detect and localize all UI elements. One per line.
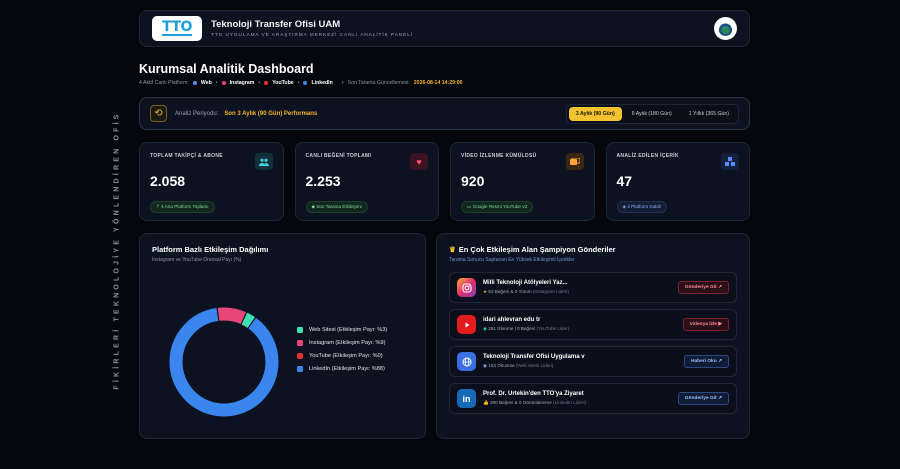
period-label: Analiz Periyodu: (175, 110, 219, 117)
kpi-chip: ◈ 4 Platform Kabili (616, 201, 667, 213)
distribution-title: Platform Bazlı Etkileşim Dağılımı (152, 245, 269, 254)
period-option-1y[interactable]: 1 Yıllık (365 Gün) (682, 107, 736, 121)
platform-meta: 4 Aktif Canlı Platform: Web • Instagram • … (139, 80, 463, 86)
champion-row-web: Teknoloji Transfer Ofisi Uygulama v ◉ 15… (449, 346, 737, 377)
last-scan-time: 2026-08-14 14:29:00 (413, 80, 463, 86)
champion-row-instagram: Milli Teknoloji Atölyeleri Yaz... ★ 62 B… (449, 272, 737, 303)
chart-legend: Web Sitesi (Etkileşim Payı: %3) Instagra… (297, 327, 387, 379)
kpi-chip: ⇡ 4 Ana Platform Toplamı (150, 201, 215, 213)
kpi-cards: TOPLAM TAKİPÇİ & ABONE 2.058 ⇡ 4 Ana Pla… (139, 142, 750, 221)
heart-icon: ♥ (410, 153, 428, 170)
period-selector: 3 Aylık (90 Gün) 6 Aylık (180 Gün) 1 Yıl… (565, 103, 739, 124)
legend-item-instagram[interactable]: Instagram (Etkileşim Payı: %9) (297, 340, 387, 346)
period-value: Son 3 Aylık (90 Gün) Performans (224, 110, 318, 117)
legend-item-youtube[interactable]: YouTube (Etkileşim Payı: %0) (297, 353, 387, 359)
kpi-card-followers: TOPLAM TAKİPÇİ & ABONE 2.058 ⇡ 4 Ana Pla… (139, 142, 284, 221)
kpi-card-likes: CANLI BEĞENİ TOPLAMI 2.253 ◆ Son Tarama … (294, 142, 439, 221)
kpi-value: 47 (616, 173, 633, 189)
kpi-chip: ◆ Son Tarama Etkileşimi (305, 201, 368, 213)
watch-video-button[interactable]: Videoya İzle ▶ (682, 318, 729, 331)
champion-row-linkedin: in Prof. Dr. Urtekin'den TTO'ya Ziyaret … (449, 383, 737, 414)
youtube-icon (457, 315, 476, 334)
read-news-button[interactable]: Haberi Oku ↗ (684, 355, 729, 368)
youtube-dot-icon (264, 81, 269, 85)
tto-logo: TTO (152, 16, 202, 41)
kpi-value: 2.058 (150, 173, 186, 189)
app-header: TTO Teknoloji Transfer Ofisi UAM TTO UYG… (139, 10, 750, 47)
champion-posts-panel: ♛ En Çok Etkileşim Alan Şampiyon Gönderil… (436, 233, 750, 439)
kpi-card-views: VİDEO İZLENME KÜMÜLDSÜ 920 ▭ Google Resm… (450, 142, 595, 221)
kpi-value: 2.253 (305, 173, 341, 189)
linkedin-dot-icon (303, 81, 308, 85)
goto-post-button[interactable]: Gönderiye Git ↗ (677, 392, 729, 405)
side-slogan: FİKİRLERİ TEKNOLOJİYE YÖNLENDİREN OFİS (113, 111, 121, 390)
period-option-3m[interactable]: 3 Aylık (90 Gün) (568, 106, 622, 121)
distribution-panel: Platform Bazlı Etkileşim Dağılımı Instag… (139, 233, 426, 439)
legend-item-web[interactable]: Web Sitesi (Etkileşim Payı: %3) (297, 327, 387, 333)
globe-icon (457, 352, 476, 371)
university-seal-icon (714, 17, 737, 40)
users-icon (254, 153, 273, 170)
legend-swatch (297, 353, 303, 359)
history-icon: ⟲ (150, 105, 167, 122)
app-title: Teknoloji Transfer Ofisi UAM (211, 19, 341, 30)
champion-title: ♛ En Çok Etkileşim Alan Şampiyon Gönderil… (449, 245, 616, 254)
donut-slice-linkedin[interactable] (169, 307, 279, 417)
kpi-chip: ▭ Google Resmi YouTube v3 (461, 201, 534, 213)
donut-chart (168, 306, 280, 418)
linkedin-icon: in (457, 389, 476, 408)
champion-post-title: Teknoloji Transfer Ofisi Uygulama v (483, 354, 585, 360)
kpi-value: 920 (461, 173, 485, 189)
period-option-6m[interactable]: 6 Aylık (180 Gün) (625, 107, 679, 121)
goto-post-button[interactable]: Gönderiye Git ↗ (677, 281, 729, 294)
champion-subtitle: Tarama Sonucu Saptanan En Yüksek Etkileş… (449, 257, 575, 263)
champion-post-title: Milli Teknoloji Atölyeleri Yaz... (483, 280, 568, 286)
crown-icon: ♛ (449, 245, 456, 254)
champion-post-title: Prof. Dr. Urtekin'den TTO'ya Ziyaret (483, 391, 584, 397)
instagram-dot-icon (221, 81, 226, 85)
instagram-icon (457, 278, 476, 297)
page-title: Kurumsal Analitik Dashboard (139, 62, 314, 76)
legend-swatch (297, 327, 303, 333)
champion-row-youtube: idari ahlevran edu tr ◉ 251 İzlenme | 0 … (449, 309, 737, 340)
legend-swatch (297, 366, 303, 372)
web-dot-icon (192, 81, 197, 85)
legend-item-linkedin[interactable]: LinkedIn (Etkileşim Payı: %88) (297, 366, 387, 372)
cubes-icon (721, 153, 739, 170)
legend-swatch (297, 340, 303, 346)
champion-post-title: idari ahlevran edu tr (483, 317, 541, 323)
distribution-subtitle: Instagram ve YouTube Oransal Payı (%) (152, 257, 242, 263)
app-subtitle: TTO UYGULAMA VE ARAŞTIRMA MERKEZİ CANLI … (211, 33, 414, 38)
period-bar: ⟲ Analiz Periyodu: Son 3 Aylık (90 Gün) … (139, 97, 750, 130)
video-icon (565, 153, 584, 170)
kpi-card-content: ANALİZ EDİLEN İÇERİK 47 ◈ 4 Platform Kab… (605, 142, 750, 221)
